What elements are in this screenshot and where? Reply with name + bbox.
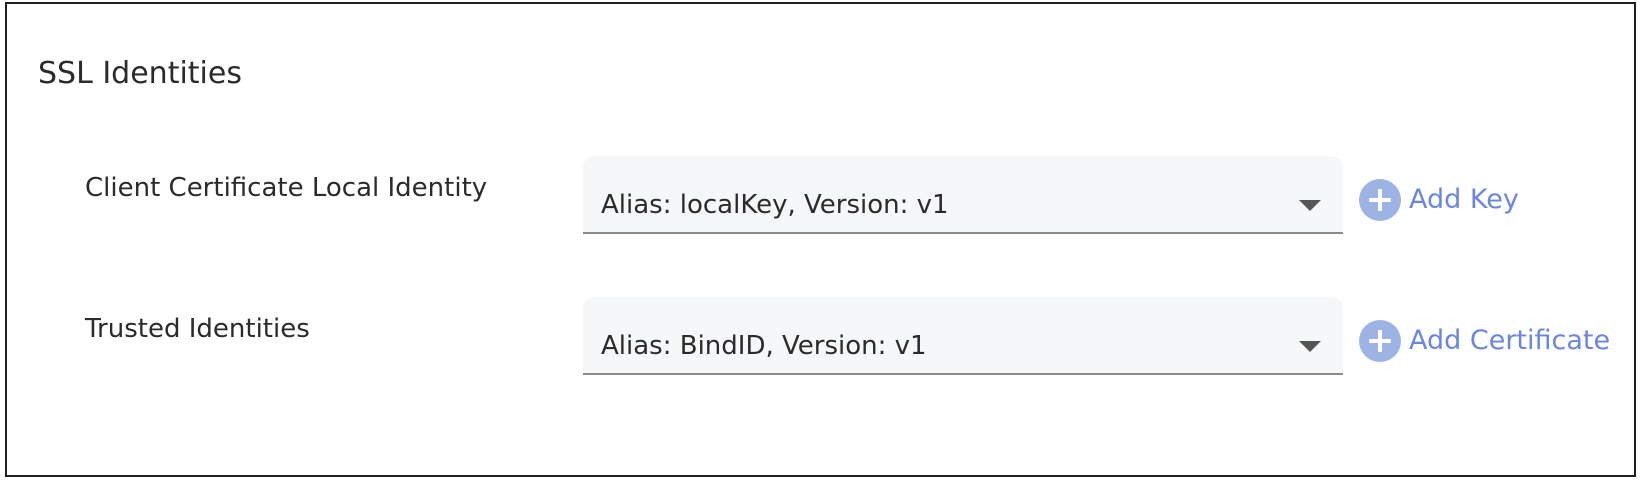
plus-circle-icon[interactable] <box>1359 320 1401 362</box>
client-certificate-selected-value: Alias: localKey, Version: v1 <box>601 190 949 220</box>
add-key-label[interactable]: Add Key <box>1409 182 1519 218</box>
client-certificate-row: Client Certificate Local Identity Alias:… <box>7 156 1634 254</box>
plus-circle-icon[interactable] <box>1359 179 1401 221</box>
ssl-identities-panel: SSL Identities Client Certificate Local … <box>5 2 1636 477</box>
caret-down-icon[interactable] <box>1299 200 1321 211</box>
trusted-identities-row: Trusted Identities Alias: BindID, Versio… <box>7 297 1634 395</box>
section-title: SSL Identities <box>38 56 242 91</box>
client-certificate-label: Client Certificate Local Identity <box>85 173 488 203</box>
add-certificate-button[interactable]: Add Certificate <box>1359 319 1610 363</box>
trusted-identities-selected-value: Alias: BindID, Version: v1 <box>601 331 927 361</box>
add-certificate-label[interactable]: Add Certificate <box>1409 323 1610 359</box>
trusted-identities-label: Trusted Identities <box>85 314 310 344</box>
trusted-identities-select[interactable]: Alias: BindID, Version: v1 <box>583 297 1343 375</box>
caret-down-icon[interactable] <box>1299 341 1321 352</box>
client-certificate-select[interactable]: Alias: localKey, Version: v1 <box>583 156 1343 234</box>
add-key-button[interactable]: Add Key <box>1359 178 1519 222</box>
